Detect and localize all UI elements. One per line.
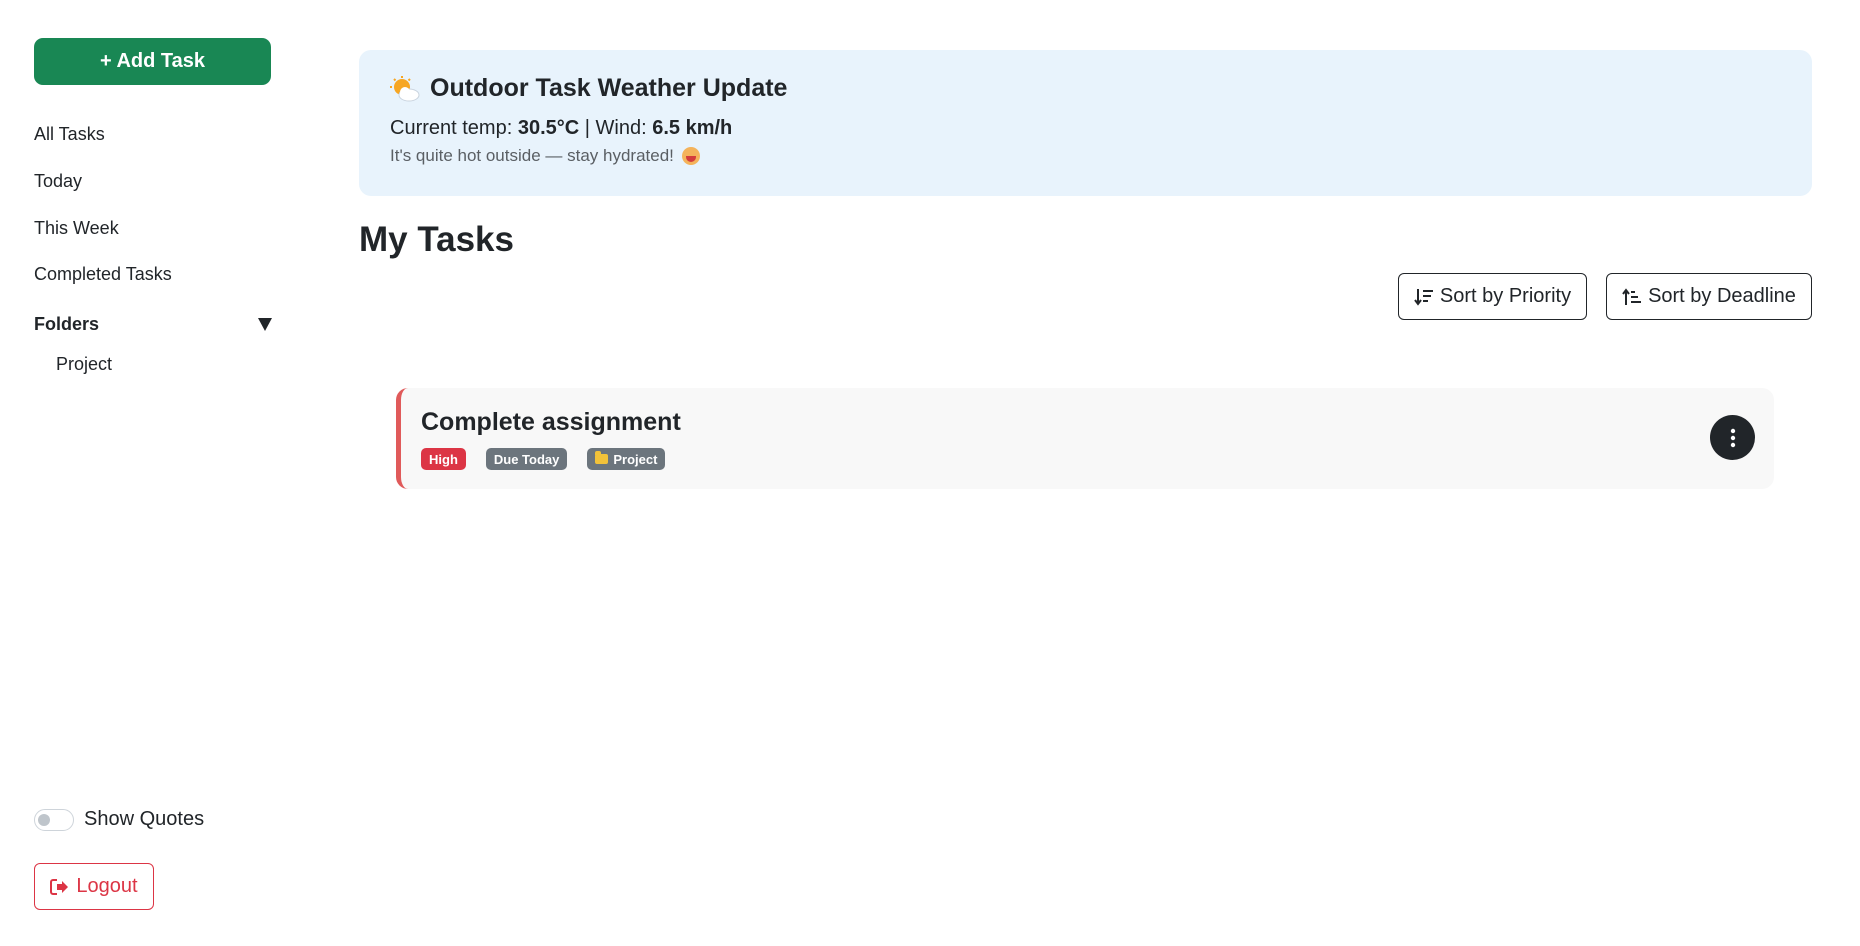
sort-by-deadline-label: Sort by Deadline bbox=[1648, 285, 1796, 307]
sidebar: + Add Task All Tasks Today This Week Com… bbox=[0, 0, 300, 946]
app-root: + Add Task All Tasks Today This Week Com… bbox=[0, 0, 1860, 946]
task-menu-button[interactable] bbox=[1710, 415, 1755, 460]
page-title: My Tasks bbox=[359, 220, 514, 259]
logout-button[interactable]: Logout bbox=[34, 863, 154, 910]
kebab-menu-icon bbox=[1730, 428, 1735, 447]
weather-title-text: Outdoor Task Weather Update bbox=[430, 74, 788, 102]
folders-toggle[interactable]: Folders bbox=[34, 314, 272, 335]
wind-value: 6.5 km/h bbox=[652, 117, 733, 139]
sort-amount-down-icon bbox=[1414, 288, 1433, 306]
wind-label: Wind: bbox=[595, 117, 647, 139]
folder-item-project[interactable]: Project bbox=[56, 354, 112, 375]
task-card[interactable]: Complete assignment High Due Today Proje… bbox=[396, 388, 1774, 489]
weather-note: It's quite hot outside — stay hydrated! bbox=[390, 146, 1781, 166]
toggle-knob bbox=[38, 813, 50, 826]
folder-badge-label: Project bbox=[613, 451, 658, 467]
sidebar-item-completed-tasks[interactable]: Completed Tasks bbox=[34, 264, 172, 285]
weather-note-text: It's quite hot outside — stay hydrated! bbox=[390, 146, 674, 165]
sort-by-deadline-button[interactable]: Sort by Deadline bbox=[1606, 273, 1812, 320]
separator: | bbox=[584, 117, 590, 139]
show-quotes-row: Show Quotes bbox=[34, 808, 204, 831]
sort-numeric-up-icon bbox=[1622, 287, 1642, 305]
folders-label: Folders bbox=[34, 314, 100, 334]
due-badge: Due Today bbox=[485, 448, 568, 470]
weather-card: Outdoor Task Weather Update Current temp… bbox=[359, 50, 1812, 196]
sort-by-priority-label: Sort by Priority bbox=[1439, 285, 1572, 307]
temp-value: 30.5°C bbox=[517, 117, 580, 139]
temp-label: Current temp: bbox=[390, 117, 513, 139]
hot-face-icon bbox=[681, 147, 700, 165]
folder-icon bbox=[595, 451, 609, 464]
task-badges: High Due Today Project bbox=[421, 448, 666, 470]
weather-title: Outdoor Task Weather Update bbox=[390, 74, 1781, 103]
logout-icon bbox=[50, 878, 69, 895]
folder-badge: Project bbox=[587, 448, 666, 470]
caret-down-icon[interactable] bbox=[258, 318, 272, 331]
sort-by-priority-button[interactable]: Sort by Priority bbox=[1398, 273, 1587, 320]
sun-behind-cloud-icon bbox=[390, 75, 420, 102]
priority-badge: High bbox=[421, 448, 466, 470]
show-quotes-label: Show Quotes bbox=[84, 808, 205, 830]
task-title: Complete assignment bbox=[421, 408, 681, 436]
weather-readout: Current temp: 30.5°C | Wind: 6.5 km/h bbox=[390, 117, 1781, 140]
sidebar-item-all-tasks[interactable]: All Tasks bbox=[34, 124, 105, 145]
logout-label: Logout bbox=[76, 875, 138, 897]
sidebar-item-this-week[interactable]: This Week bbox=[34, 218, 119, 239]
add-task-button[interactable]: + Add Task bbox=[34, 38, 271, 85]
show-quotes-toggle[interactable] bbox=[34, 808, 74, 831]
sidebar-item-today[interactable]: Today bbox=[34, 171, 82, 192]
